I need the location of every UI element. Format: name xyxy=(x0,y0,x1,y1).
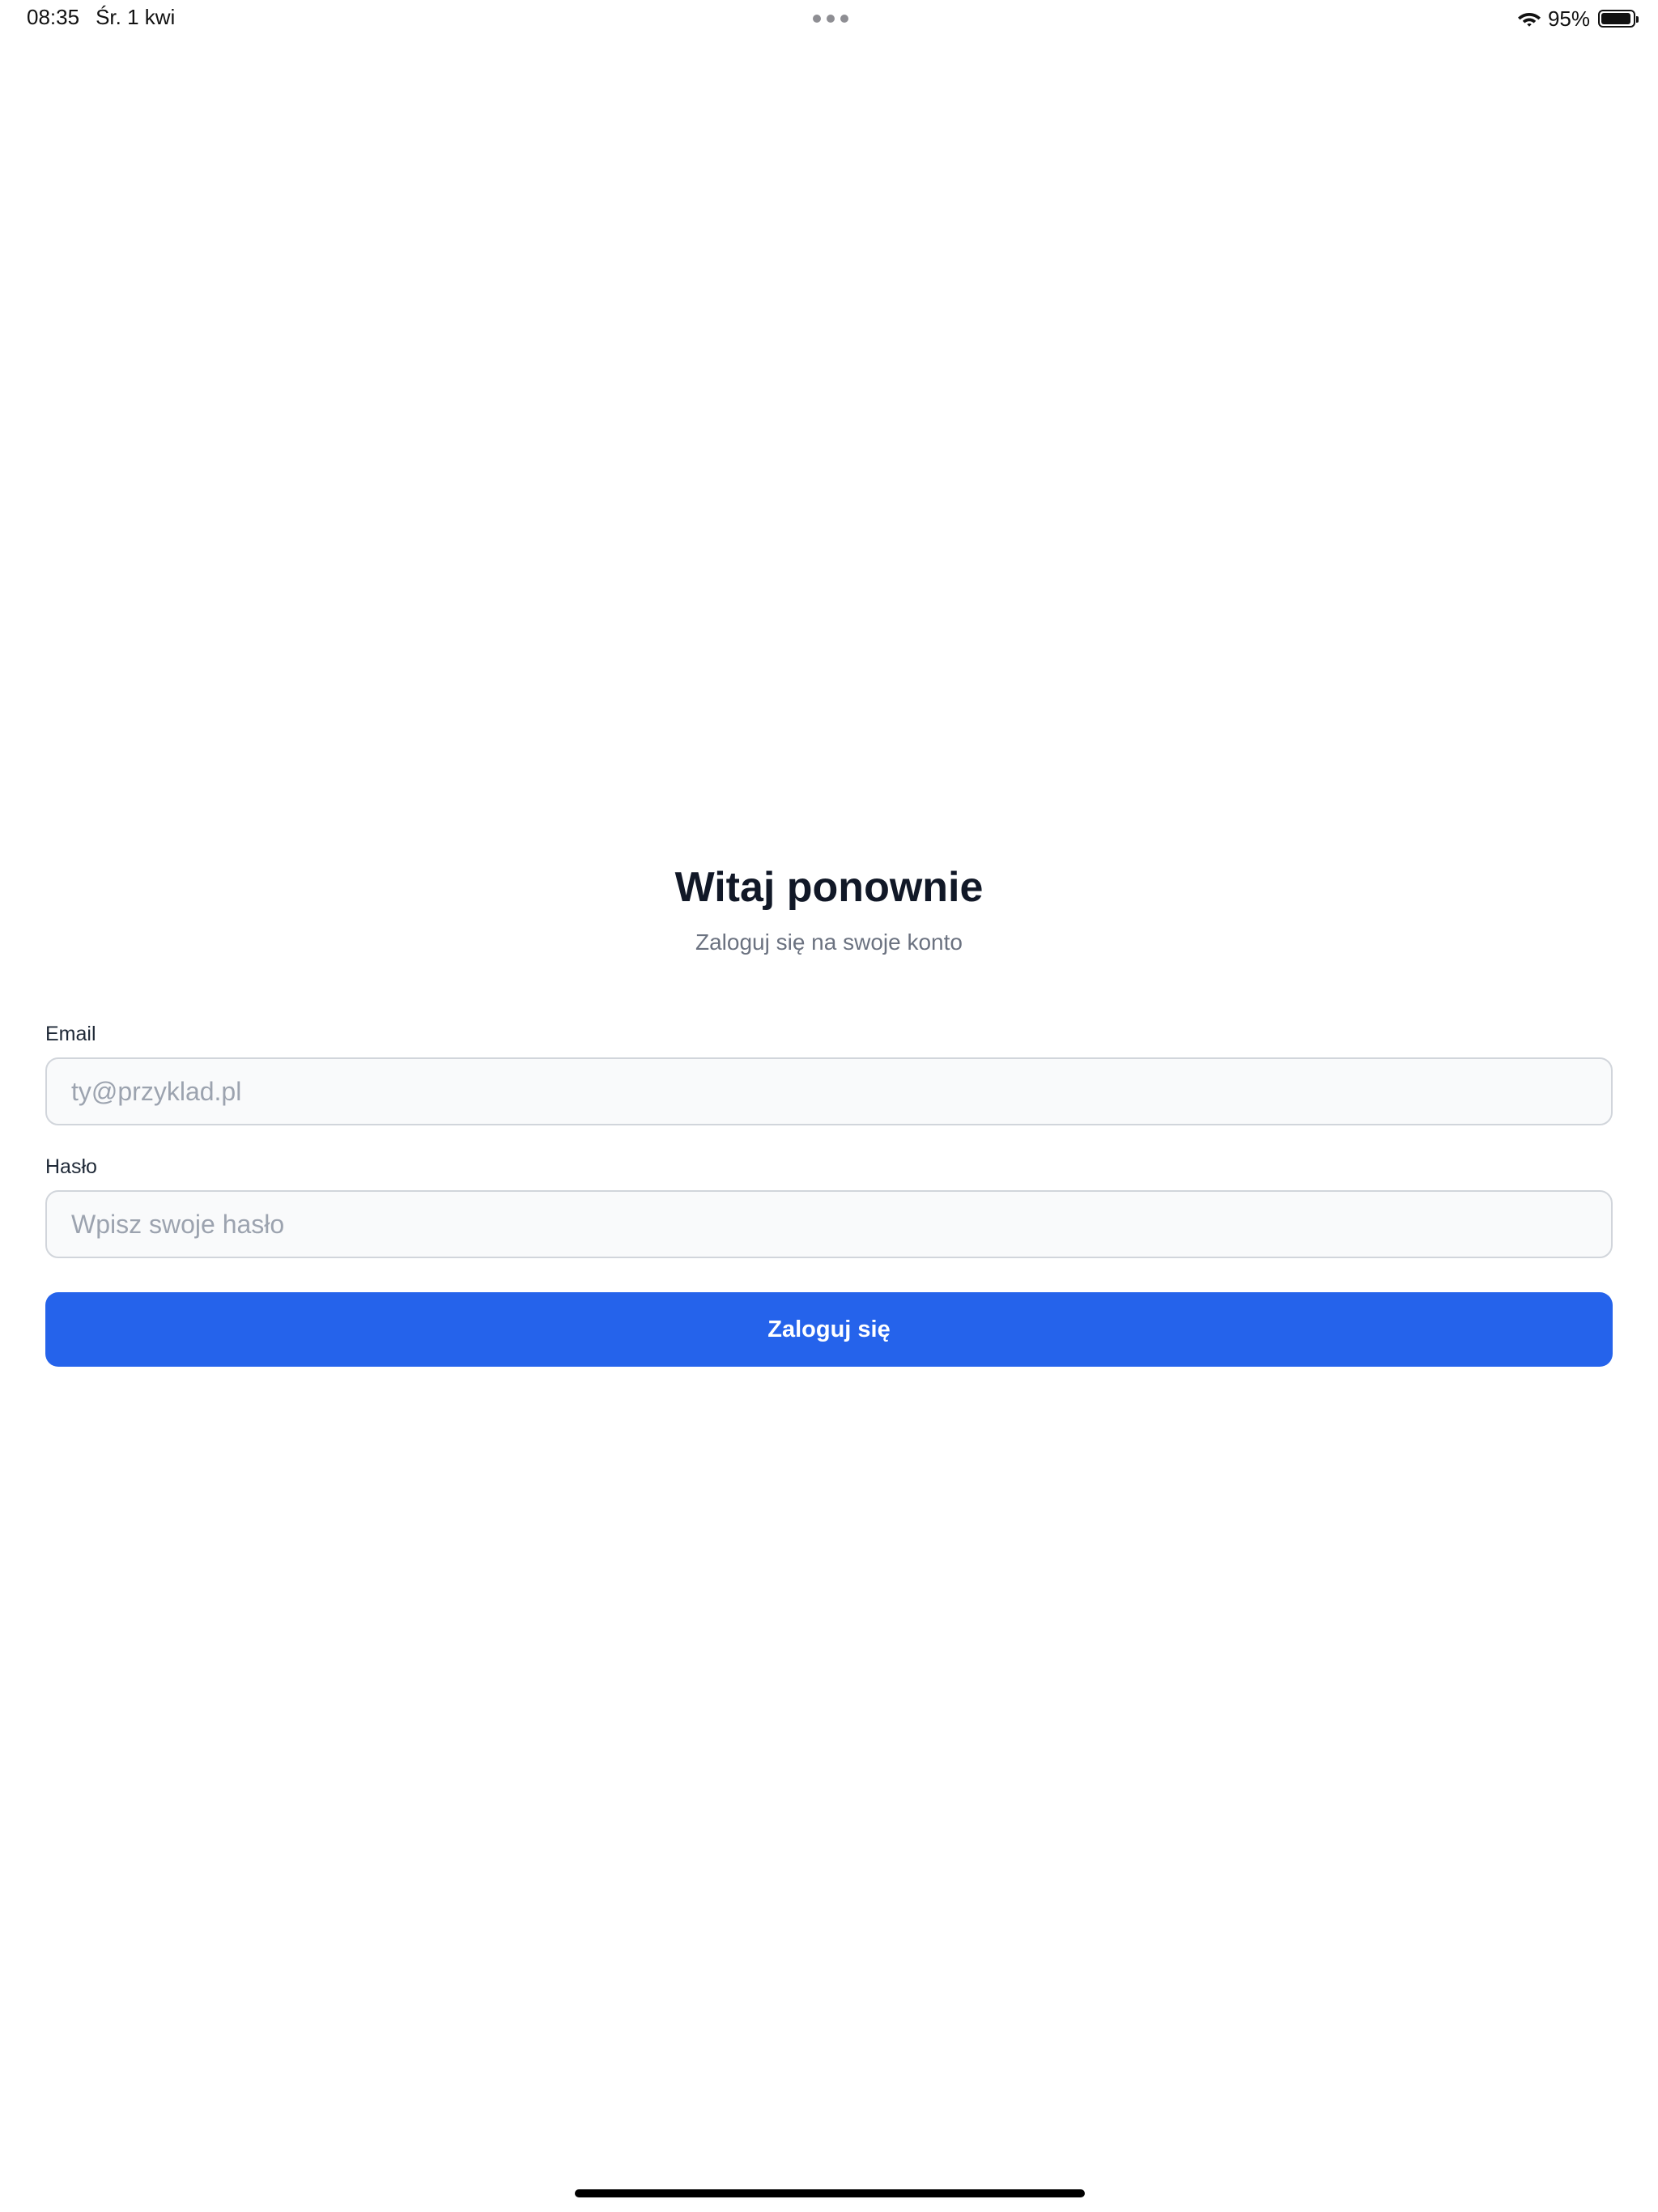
wifi-icon xyxy=(1517,13,1541,27)
status-time-date: 08:35 Śr. 1 kwi xyxy=(27,5,175,30)
home-indicator[interactable] xyxy=(575,2189,1085,2197)
email-field[interactable] xyxy=(45,1057,1613,1125)
email-label: Email xyxy=(45,1023,96,1045)
dot xyxy=(813,15,821,23)
login-form: Witaj ponownie Zaloguj się na swoje kont… xyxy=(45,850,1613,1367)
status-bar: 08:35 Śr. 1 kwi 95% xyxy=(0,0,1658,39)
battery-tip xyxy=(1636,16,1639,23)
password-label: Hasło xyxy=(45,1155,97,1178)
page-title: Witaj ponownie xyxy=(674,864,984,911)
dot xyxy=(827,15,835,23)
multitask-dots-icon[interactable] xyxy=(813,15,848,23)
dot xyxy=(840,15,848,23)
status-date: Śr. 1 kwi xyxy=(96,5,176,29)
battery-level-fill xyxy=(1601,13,1630,24)
status-indicators: 95% xyxy=(1517,5,1639,32)
login-button[interactable]: Zaloguj się xyxy=(45,1292,1613,1367)
status-time: 08:35 xyxy=(27,5,80,29)
battery-percent: 95% xyxy=(1547,6,1590,31)
battery-icon xyxy=(1598,10,1639,28)
password-field[interactable] xyxy=(45,1190,1613,1258)
page-subtitle: Zaloguj się na swoje konto xyxy=(695,929,963,955)
